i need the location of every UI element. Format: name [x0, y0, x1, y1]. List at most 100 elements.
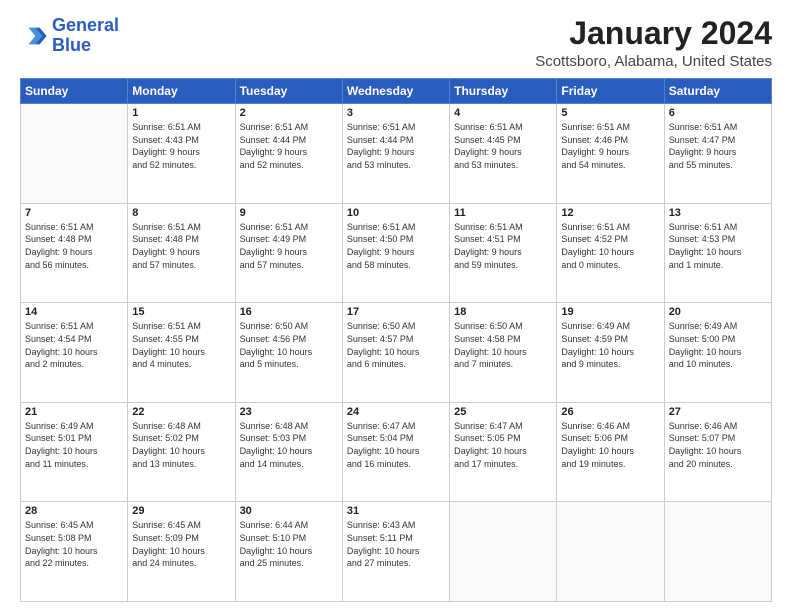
- day-number: 18: [454, 306, 552, 318]
- day-info: Sunrise: 6:51 AMSunset: 4:47 PMDaylight:…: [669, 121, 767, 171]
- calendar-cell: 18 Sunrise: 6:50 AMSunset: 4:58 PMDayligh…: [450, 303, 557, 403]
- logo: General Blue: [20, 16, 119, 56]
- page: General Blue January 2024 Scottsboro, Al…: [0, 0, 792, 612]
- day-info: Sunrise: 6:51 AMSunset: 4:44 PMDaylight:…: [347, 121, 445, 171]
- day-info: Sunrise: 6:45 AMSunset: 5:08 PMDaylight:…: [25, 519, 123, 569]
- day-info: Sunrise: 6:49 AMSunset: 4:59 PMDaylight:…: [561, 320, 659, 370]
- day-number: 20: [669, 306, 767, 318]
- day-info: Sunrise: 6:51 AMSunset: 4:53 PMDaylight:…: [669, 221, 767, 271]
- calendar-cell: 7 Sunrise: 6:51 AMSunset: 4:48 PMDaylight…: [21, 203, 128, 303]
- day-info: Sunrise: 6:51 AMSunset: 4:51 PMDaylight:…: [454, 221, 552, 271]
- day-info: Sunrise: 6:51 AMSunset: 4:55 PMDaylight:…: [132, 320, 230, 370]
- day-number: 24: [347, 406, 445, 418]
- calendar-cell: 3 Sunrise: 6:51 AMSunset: 4:44 PMDaylight…: [342, 104, 449, 204]
- day-number: 21: [25, 406, 123, 418]
- day-number: 26: [561, 406, 659, 418]
- day-number: 25: [454, 406, 552, 418]
- title-block: January 2024 Scottsboro, Alabama, United…: [535, 16, 772, 70]
- calendar-cell: 8Sunrise: 6:51 AMSunset: 4:48 PMDaylight…: [128, 203, 235, 303]
- logo-general: General: [52, 15, 119, 35]
- calendar-subtitle: Scottsboro, Alabama, United States: [535, 53, 772, 70]
- week-row-1: 1Sunrise: 6:51 AMSunset: 4:43 PMDaylight…: [21, 104, 772, 204]
- day-info: Sunrise: 6:51 AMSunset: 4:52 PMDaylight:…: [561, 221, 659, 271]
- col-saturday: Saturday: [664, 79, 771, 104]
- calendar-cell: 4Sunrise: 6:51 AMSunset: 4:45 PMDaylight…: [450, 104, 557, 204]
- header: General Blue January 2024 Scottsboro, Al…: [20, 16, 772, 70]
- day-number: 10: [347, 207, 445, 219]
- day-info: Sunrise: 6:49 AMSunset: 5:01 PMDaylight:…: [25, 420, 123, 470]
- col-wednesday: Wednesday: [342, 79, 449, 104]
- day-number: 13: [669, 207, 767, 219]
- day-info: Sunrise: 6:51 AMSunset: 4:48 PMDaylight:…: [25, 221, 123, 271]
- day-info: Sunrise: 6:46 AMSunset: 5:07 PMDaylight:…: [669, 420, 767, 470]
- calendar-cell: [21, 104, 128, 204]
- day-number: 12: [561, 207, 659, 219]
- week-row-3: 14Sunrise: 6:51 AMSunset: 4:54 PMDayligh…: [21, 303, 772, 403]
- col-sunday: Sunday: [21, 79, 128, 104]
- calendar-cell: 16 Sunrise: 6:50 AMSunset: 4:56 PMDayligh…: [235, 303, 342, 403]
- calendar-cell: [450, 502, 557, 602]
- day-number: 3: [347, 107, 445, 119]
- day-info: Sunrise: 6:50 AMSunset: 4:57 PMDaylight:…: [347, 320, 445, 370]
- calendar-cell: 24 Sunrise: 6:47 AMSunset: 5:04 PMDayligh…: [342, 402, 449, 502]
- calendar-cell: 1Sunrise: 6:51 AMSunset: 4:43 PMDaylight…: [128, 104, 235, 204]
- day-number: 5: [561, 107, 659, 119]
- calendar-cell: 29Sunrise: 6:45 AMSunset: 5:09 PMDayligh…: [128, 502, 235, 602]
- calendar-cell: 31Sunrise: 6:43 AMSunset: 5:11 PMDayligh…: [342, 502, 449, 602]
- day-number: 28: [25, 505, 123, 517]
- logo-blue: Blue: [52, 35, 91, 55]
- col-monday: Monday: [128, 79, 235, 104]
- calendar-cell: 13 Sunrise: 6:51 AMSunset: 4:53 PMDayligh…: [664, 203, 771, 303]
- calendar-cell: 25 Sunrise: 6:47 AMSunset: 5:05 PMDayligh…: [450, 402, 557, 502]
- week-row-4: 21 Sunrise: 6:49 AMSunset: 5:01 PMDayligh…: [21, 402, 772, 502]
- col-friday: Friday: [557, 79, 664, 104]
- day-number: 11: [454, 207, 552, 219]
- day-info: Sunrise: 6:51 AMSunset: 4:50 PMDaylight:…: [347, 221, 445, 271]
- day-info: Sunrise: 6:47 AMSunset: 5:04 PMDaylight:…: [347, 420, 445, 470]
- calendar-cell: 6 Sunrise: 6:51 AMSunset: 4:47 PMDaylight…: [664, 104, 771, 204]
- day-info: Sunrise: 6:46 AMSunset: 5:06 PMDaylight:…: [561, 420, 659, 470]
- day-number: 7: [25, 207, 123, 219]
- day-number: 30: [240, 505, 338, 517]
- day-info: Sunrise: 6:43 AMSunset: 5:11 PMDaylight:…: [347, 519, 445, 569]
- calendar-cell: 11 Sunrise: 6:51 AMSunset: 4:51 PMDayligh…: [450, 203, 557, 303]
- day-info: Sunrise: 6:51 AMSunset: 4:54 PMDaylight:…: [25, 320, 123, 370]
- day-info: Sunrise: 6:48 AMSunset: 5:02 PMDaylight:…: [132, 420, 230, 470]
- day-number: 22: [132, 406, 230, 418]
- calendar-cell: 15Sunrise: 6:51 AMSunset: 4:55 PMDayligh…: [128, 303, 235, 403]
- calendar-cell: 9 Sunrise: 6:51 AMSunset: 4:49 PMDaylight…: [235, 203, 342, 303]
- day-info: Sunrise: 6:48 AMSunset: 5:03 PMDaylight:…: [240, 420, 338, 470]
- calendar-cell: 19 Sunrise: 6:49 AMSunset: 4:59 PMDayligh…: [557, 303, 664, 403]
- day-info: Sunrise: 6:51 AMSunset: 4:49 PMDaylight:…: [240, 221, 338, 271]
- day-info: Sunrise: 6:50 AMSunset: 4:58 PMDaylight:…: [454, 320, 552, 370]
- day-number: 16: [240, 306, 338, 318]
- day-number: 6: [669, 107, 767, 119]
- logo-text: General Blue: [52, 16, 119, 56]
- day-info: Sunrise: 6:51 AMSunset: 4:44 PMDaylight:…: [240, 121, 338, 171]
- logo-icon: [20, 22, 48, 50]
- day-number: 8: [132, 207, 230, 219]
- day-info: Sunrise: 6:47 AMSunset: 5:05 PMDaylight:…: [454, 420, 552, 470]
- calendar-cell: 22 Sunrise: 6:48 AMSunset: 5:02 PMDayligh…: [128, 402, 235, 502]
- col-thursday: Thursday: [450, 79, 557, 104]
- calendar-cell: [664, 502, 771, 602]
- day-number: 29: [132, 505, 230, 517]
- week-row-2: 7 Sunrise: 6:51 AMSunset: 4:48 PMDaylight…: [21, 203, 772, 303]
- day-number: 2: [240, 107, 338, 119]
- day-number: 9: [240, 207, 338, 219]
- day-number: 19: [561, 306, 659, 318]
- calendar-cell: 5 Sunrise: 6:51 AMSunset: 4:46 PMDaylight…: [557, 104, 664, 204]
- calendar-cell: 26 Sunrise: 6:46 AMSunset: 5:06 PMDayligh…: [557, 402, 664, 502]
- day-info: Sunrise: 6:51 AMSunset: 4:45 PMDaylight:…: [454, 121, 552, 171]
- calendar-cell: 21 Sunrise: 6:49 AMSunset: 5:01 PMDayligh…: [21, 402, 128, 502]
- calendar-cell: 2 Sunrise: 6:51 AMSunset: 4:44 PMDaylight…: [235, 104, 342, 204]
- calendar-cell: 12 Sunrise: 6:51 AMSunset: 4:52 PMDayligh…: [557, 203, 664, 303]
- day-number: 23: [240, 406, 338, 418]
- calendar-cell: 17Sunrise: 6:50 AMSunset: 4:57 PMDayligh…: [342, 303, 449, 403]
- day-info: Sunrise: 6:50 AMSunset: 4:56 PMDaylight:…: [240, 320, 338, 370]
- day-info: Sunrise: 6:49 AMSunset: 5:00 PMDaylight:…: [669, 320, 767, 370]
- calendar-cell: 27 Sunrise: 6:46 AMSunset: 5:07 PMDayligh…: [664, 402, 771, 502]
- calendar-cell: [557, 502, 664, 602]
- day-info: Sunrise: 6:51 AMSunset: 4:46 PMDaylight:…: [561, 121, 659, 171]
- day-number: 27: [669, 406, 767, 418]
